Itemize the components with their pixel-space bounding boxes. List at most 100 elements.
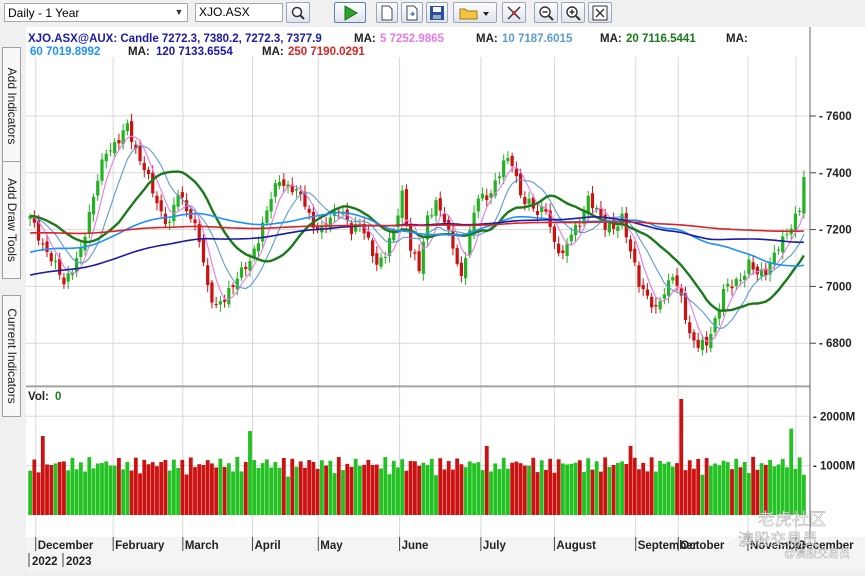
volume-bar [349, 466, 354, 515]
volume-bar [560, 463, 565, 515]
volume-bar [624, 464, 629, 515]
tab-current-indicators[interactable]: Current Indicators [2, 295, 21, 417]
volume-bar [446, 461, 451, 515]
volume-bar [759, 463, 764, 515]
candle-body [464, 258, 468, 279]
volume-bar [489, 471, 493, 515]
open-icon [406, 5, 418, 20]
volume-bar [95, 463, 100, 515]
volume-bar [510, 462, 515, 515]
candle-body [793, 213, 798, 231]
month-label: May [320, 540, 343, 552]
volume-bar [493, 463, 498, 515]
candle-body [785, 234, 789, 236]
candle-body [125, 123, 129, 132]
volume-bar [801, 474, 806, 515]
candle-body [210, 282, 214, 303]
volume-bar [315, 468, 320, 515]
volume-bar [332, 473, 337, 515]
crosshair-button[interactable] [502, 2, 526, 23]
candle-body [700, 339, 705, 350]
volume-bar [167, 470, 172, 515]
candle-body [730, 286, 734, 289]
candle-body [514, 168, 518, 177]
volume-bar [514, 461, 519, 515]
volume-bar [607, 466, 612, 515]
volume-bar [32, 459, 37, 515]
legend-ma10-value: 10 7187.6015 [502, 33, 573, 45]
search-button[interactable] [286, 2, 310, 23]
candle-body [159, 200, 163, 212]
volume-bar [628, 445, 633, 515]
volume-bar [501, 457, 506, 515]
new-button[interactable] [376, 2, 398, 23]
candle-body [527, 198, 531, 204]
volume-label: Vol: [28, 391, 49, 403]
save-button[interactable] [426, 2, 448, 23]
volume-bar [358, 465, 362, 515]
period-select[interactable]: Daily - 1 Year ▼ [4, 3, 188, 22]
candle-body [218, 301, 222, 305]
candle-body [675, 275, 679, 286]
folder-dropdown-button[interactable] [453, 2, 497, 23]
volume-bar [556, 459, 561, 515]
candle-body [650, 296, 654, 308]
zoom-out-button[interactable] [534, 2, 558, 23]
chevron-down-icon: ▼ [174, 7, 184, 17]
candle-body [66, 273, 70, 282]
volume-bar [104, 461, 109, 515]
legend-ma-tail-label: MA: [726, 33, 748, 45]
volume-bar [565, 464, 570, 515]
open-button[interactable] [401, 2, 423, 23]
volume-bar [590, 469, 595, 515]
volume-bar [163, 459, 168, 515]
volume-bar [582, 472, 586, 515]
volume-bar [188, 457, 193, 515]
volume-bar [721, 460, 726, 515]
volume-bar [611, 464, 616, 515]
candle-body [645, 289, 650, 296]
zoom-in-button[interactable] [561, 2, 585, 23]
volume-bar [353, 458, 358, 515]
tab-add-draw-tools[interactable]: Add Draw Tools [2, 161, 21, 279]
candle-body [265, 210, 269, 223]
candle-body [692, 332, 696, 341]
chart-area[interactable]: - 6800 - 7000 - 7200 - 7400 - 7600 - 1000M - … [26, 27, 865, 571]
volume-bar [235, 456, 240, 515]
candle-body [480, 193, 485, 199]
candle-body [535, 211, 540, 215]
legend-symbol: XJO.ASX@AUX: Candle 7272.3, 7380.2, 7272… [28, 33, 322, 45]
month-label: June [402, 540, 429, 552]
fit-icon [592, 5, 608, 20]
volume-bar [117, 458, 121, 515]
legend-ma120-value: 120 7133.6554 [156, 46, 233, 58]
volume-bar [324, 465, 328, 515]
legend-ma250-label: MA: [262, 46, 284, 58]
symbol-input-value: XJO.ASX [199, 5, 250, 19]
tab-current-indicators-label: Current Indicators [4, 308, 19, 404]
volume-bar [687, 460, 692, 515]
candle-body [104, 153, 108, 162]
candle-body [138, 145, 142, 162]
legend-ma10-label: MA: [476, 33, 498, 45]
volume-bar [467, 461, 472, 515]
candle-body [129, 121, 134, 142]
candle-body [91, 196, 96, 215]
volume-bar [273, 462, 278, 515]
watermark-line2: 澳股交易员 [738, 531, 818, 549]
symbol-input[interactable]: XJO.ASX [195, 3, 283, 22]
candle-body [578, 225, 582, 227]
volume-bar [797, 457, 802, 515]
tab-add-indicators[interactable]: Add Indicators [2, 47, 21, 165]
candle-body [307, 208, 311, 213]
volume-bar [527, 465, 531, 515]
volume-bar [518, 463, 523, 515]
volume-bar [734, 458, 739, 515]
candle-body [734, 279, 738, 286]
fit-button[interactable] [588, 2, 612, 23]
play-button[interactable] [334, 2, 366, 23]
volume-bar [725, 462, 730, 515]
volume-bar [311, 461, 316, 515]
stock-chart[interactable]: - 6800 - 7000 - 7200 - 7400 - 7600 - 1000M - … [26, 27, 865, 571]
candle-body [747, 259, 751, 274]
